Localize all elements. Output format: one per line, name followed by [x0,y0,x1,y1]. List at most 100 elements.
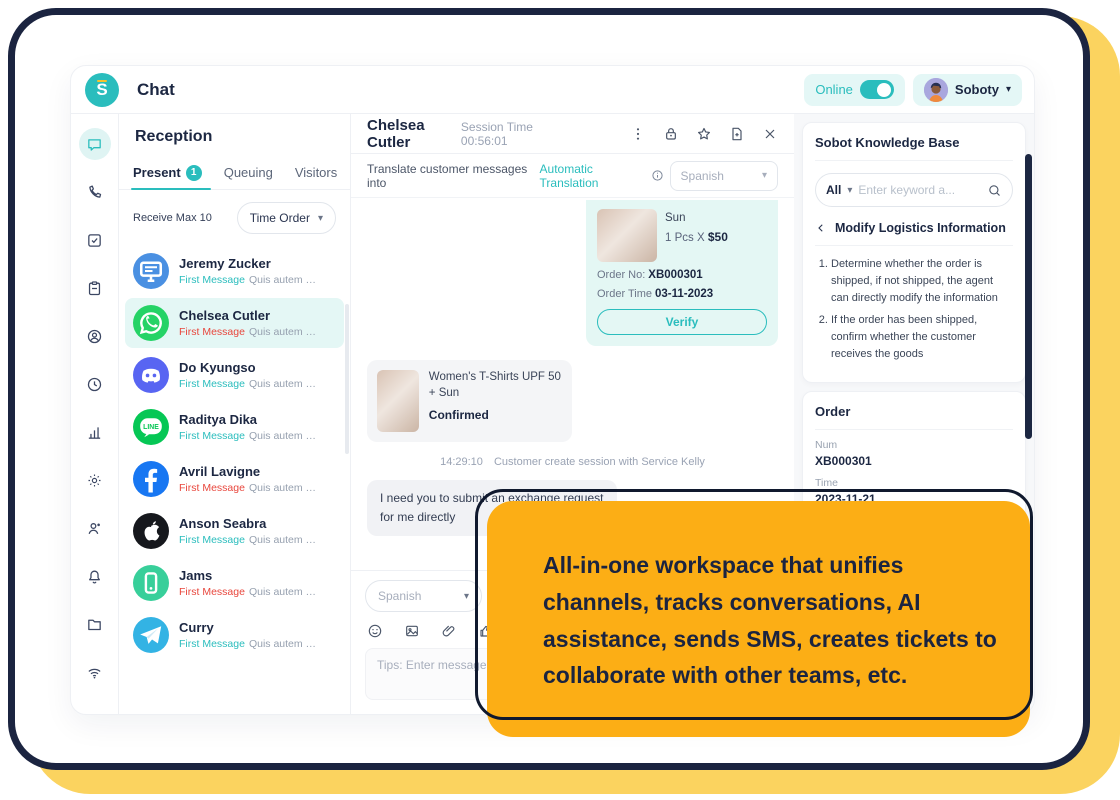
message-preview: Quis autem vel eum iu... [249,378,319,390]
list-item-contact[interactable]: Curry First Message Quis autem vel eum iu… [125,610,344,660]
system-message-text: Customer create session with Service Kel… [494,456,705,468]
article-title: Modify Logistics Information [835,221,1006,235]
create-ticket-icon[interactable] [729,126,745,142]
sort-order-select[interactable]: Time Order ▾ [237,202,336,234]
first-message-tag: First Message [179,638,245,650]
knowledge-base-card: Sobot Knowledge Base All ▾ Modify Logist… [802,122,1026,383]
lock-icon[interactable] [663,126,679,142]
system-message: 14:29:10 Customer create session with Se… [367,456,778,468]
first-message-tag: First Message [179,378,245,390]
info-icon[interactable] [651,169,664,182]
list-item-contact[interactable]: LINE Raditya Dika First MessageQuis aute… [125,402,344,452]
search-input[interactable] [858,183,981,197]
first-message-tag: First Message [179,482,245,494]
composer-language-select[interactable]: Spanish ▾ [365,580,482,612]
tab-visitors[interactable]: Visitors [295,165,337,180]
contact-list-scrollbar[interactable] [345,304,349,454]
channel-apple-icon [133,513,169,549]
search-icon[interactable] [987,183,1002,198]
list-item-contact[interactable]: Jeremy Zucker First MessageQuis autem ve… [125,246,344,296]
user-menu[interactable]: Soboty ▾ [913,74,1022,106]
gear-icon [86,472,103,489]
online-toggle[interactable] [860,80,894,99]
tab-present[interactable]: Present 1 [133,165,202,181]
product-title: Women's T-Shirts UPF 50 + Sun [429,370,562,401]
article-steps: Determine whether the order is shipped, … [815,245,1013,363]
bar-chart-icon [86,424,103,441]
channel-mobile-icon [133,565,169,601]
channel-whatsapp-icon [133,305,169,341]
user-name: Soboty [955,82,999,97]
bell-icon [86,568,103,585]
image-icon[interactable] [404,623,420,639]
chat-header: Chelsea Cutler Session Time 00:56:01 [351,114,794,154]
chevron-left-icon [815,222,827,234]
sidebar-item-chat[interactable] [79,128,111,160]
verify-button[interactable]: Verify [597,309,767,335]
article-header[interactable]: Modify Logistics Information [815,221,1013,235]
sidebar-item-contacts[interactable] [79,320,111,352]
message-preview: Quis autem vel eum iu... [249,638,319,650]
clipboard-icon [86,280,103,297]
sidebar-rail [71,114,119,714]
translate-mode-link[interactable]: Automatic Translation [540,162,645,190]
list-item-contact[interactable]: Anson Seabra First MessageQuis autem vel… [125,506,344,556]
translate-label: Translate customer messages into [367,162,534,190]
contact-name: Chelsea Cutler [179,308,319,323]
svg-text:LINE: LINE [143,424,159,431]
reception-tabs: Present 1 Queuing Visitors [119,156,350,190]
product-image [597,209,657,262]
sidebar-item-tasks[interactable] [79,224,111,256]
translate-language-value: Spanish [681,169,724,183]
sidebar-item-network[interactable] [79,656,111,688]
contact-name: Anson Seabra [179,516,319,531]
message-preview: Quis autem vel eum iu... [249,586,319,598]
sidebar-item-history[interactable] [79,368,111,400]
sobot-logo: S [85,73,119,107]
search-filter-select[interactable]: All [826,183,841,197]
sidebar-item-calls[interactable] [79,176,111,208]
message-preview: Quis autem vel eum iu... [249,430,319,442]
list-item-contact[interactable]: Do Kyungso First MessageQuis autem vel e… [125,350,344,400]
kebab-menu-icon[interactable] [630,126,646,142]
chevron-down-icon: ▾ [464,591,469,602]
first-message-tag: First Message [179,534,245,546]
product-price: $50 [708,230,728,244]
chevron-down-icon: ▾ [762,170,767,181]
star-icon[interactable] [696,126,712,142]
online-label: Online [815,82,853,97]
composer-language-value: Spanish [378,589,421,603]
order-num-label: Num [815,439,1013,451]
present-count-badge: 1 [186,165,202,181]
sidebar-item-tickets[interactable] [79,272,111,304]
order-time-value: 03-11-2023 [655,288,713,300]
article-step: Determine whether the order is shipped, … [831,256,1013,307]
list-item-contact[interactable]: Jams First MessageQuis autem vel eum iu.… [125,558,344,608]
tab-queuing[interactable]: Queuing [224,165,273,180]
list-item-contact[interactable]: Avril Lavigne First MessageQuis autem ve… [125,454,344,504]
page-title: Chat [137,80,175,100]
avatar [924,78,948,102]
sidebar-item-analytics[interactable] [79,416,111,448]
message-preview: Quis autem vel eum iu... [249,326,319,338]
message-preview: Quis autem vel eum iu... [249,274,319,286]
contact-name: Avril Lavigne [179,464,319,479]
first-message-tag: First Message [179,430,245,442]
channel-line-icon: LINE [133,409,169,445]
sidebar-item-files[interactable] [79,608,111,640]
sidebar-item-settings[interactable] [79,464,111,496]
right-panel-scrollbar[interactable] [1025,154,1032,439]
chevron-down-icon: ▾ [847,185,852,196]
sidebar-item-notifications[interactable] [79,560,111,592]
emoji-icon[interactable] [367,623,383,639]
list-item-contact-selected[interactable]: Chelsea Cutler First MessageQuis autem v… [125,298,344,348]
translate-language-select[interactable]: Spanish ▾ [670,161,778,191]
check-square-icon [86,232,103,249]
knowledge-search: All ▾ [815,173,1013,207]
attachment-icon[interactable] [441,623,457,639]
sidebar-item-add-agent[interactable] [79,512,111,544]
user-circle-icon [86,328,103,345]
contact-name: Curry [179,620,319,635]
close-icon[interactable] [762,126,778,142]
product-image [377,370,419,432]
